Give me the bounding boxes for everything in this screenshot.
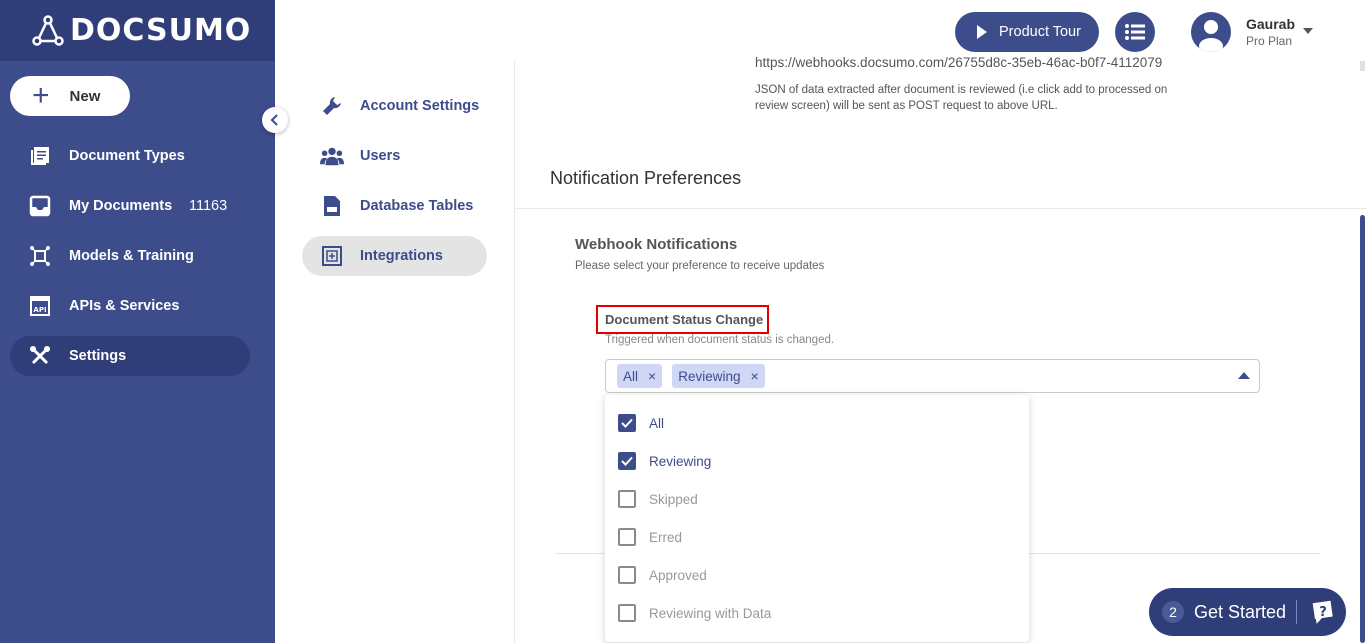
integrations-icon [320, 244, 344, 268]
wrench-icon [320, 94, 344, 118]
new-button-label: New [69, 87, 101, 105]
user-plan: Pro Plan [1246, 34, 1293, 48]
product-tour-label: Product Tour [999, 24, 1081, 40]
scrollbar-track [1360, 61, 1365, 71]
checkbox-checked[interactable] [618, 414, 636, 432]
chip-all: All × [617, 364, 663, 388]
play-icon [977, 25, 987, 39]
avatar[interactable] [1191, 12, 1231, 52]
option-approved[interactable]: Approved [618, 565, 707, 585]
option-reviewing[interactable]: Reviewing [618, 451, 711, 471]
sidebar-item-label: Settings [69, 348, 127, 364]
close-icon[interactable]: × [648, 368, 656, 384]
webhook-url[interactable]: https://webhooks.docsumo.com/26755d8c-35… [755, 55, 1175, 71]
ai-model-icon [28, 244, 52, 268]
svg-text:API: API [33, 306, 46, 314]
sidebar-item-document-types[interactable]: Document Types [10, 136, 250, 176]
settings-menu-item-database-tables[interactable]: Database Tables [302, 186, 487, 226]
scrollbar-thumb[interactable] [1360, 215, 1365, 643]
option-skipped[interactable]: Skipped [618, 489, 698, 509]
settings-menu-item-account[interactable]: Account Settings [302, 86, 487, 126]
product-tour-button[interactable]: Product Tour [955, 12, 1099, 52]
checkmark-icon [621, 418, 633, 428]
collapse-sidebar-button[interactable] [262, 107, 288, 133]
get-started-button[interactable]: 2 Get Started ? [1149, 588, 1346, 636]
option-label: All [649, 415, 665, 431]
user-name[interactable]: Gaurab [1246, 16, 1295, 32]
option-label: Reviewing with Data [649, 605, 772, 621]
csv-file-icon [320, 194, 344, 218]
notification-preferences-title: Notification Preferences [550, 168, 742, 188]
chip-reviewing: Reviewing × [672, 364, 765, 388]
settings-menu-label: Database Tables [360, 198, 474, 214]
option-label: Approved [649, 567, 707, 583]
option-all[interactable]: All [618, 413, 664, 433]
api-icon: API [28, 294, 52, 318]
get-started-count: 2 [1162, 601, 1184, 623]
status-multi-select[interactable]: All × Reviewing × [605, 359, 1260, 393]
new-button[interactable]: + New [10, 76, 130, 116]
settings-menu-label: Account Settings [360, 98, 480, 114]
chip-label: All [623, 368, 639, 384]
plus-icon: + [32, 79, 50, 112]
sidebar-item-my-documents[interactable]: My Documents 11163 [10, 186, 250, 226]
sidebar-item-settings[interactable]: Settings [10, 336, 250, 376]
settings-menu-item-integrations[interactable]: Integrations [302, 236, 487, 276]
document-status-change-label: Document Status Change [596, 305, 769, 334]
sidebar-item-label: My Documents [69, 198, 173, 214]
users-icon [320, 144, 344, 168]
caret-up-icon[interactable] [1238, 372, 1250, 379]
checkbox-unchecked[interactable] [618, 528, 636, 546]
get-started-label: Get Started [1194, 601, 1287, 622]
checkbox-unchecked[interactable] [618, 490, 636, 508]
checkmark-icon [621, 456, 633, 466]
document-types-icon [28, 144, 52, 168]
document-status-change-subtitle: Triggered when document status is change… [605, 334, 835, 346]
settings-menu: Account Settings Users Database Tables I… [275, 61, 515, 643]
option-label: Skipped [649, 491, 698, 507]
sidebar-item-label: Models & Training [69, 248, 194, 264]
inbox-icon [28, 194, 52, 218]
settings-menu-label: Users [360, 148, 401, 164]
sidebar-item-label: APIs & Services [69, 298, 180, 314]
logo[interactable]: DOCSUMO [0, 0, 275, 61]
docsumo-logo-icon [32, 14, 64, 46]
chevron-left-icon [270, 114, 278, 126]
sidebar-item-label: Document Types [69, 148, 185, 164]
settings-menu-item-users[interactable]: Users [302, 136, 487, 176]
checkbox-unchecked[interactable] [618, 604, 636, 622]
user-icon [1199, 20, 1223, 52]
brand-name: DOCSUMO [70, 13, 252, 48]
option-label: Reviewing [649, 453, 712, 469]
webhook-notifications-title: Webhook Notifications [575, 236, 738, 253]
webhook-notifications-subtitle: Please select your preference to receive… [575, 260, 825, 272]
chip-label: Reviewing [678, 368, 741, 384]
close-icon[interactable]: × [750, 368, 758, 384]
wrench-screwdriver-icon [28, 344, 52, 368]
checkbox-unchecked[interactable] [618, 566, 636, 584]
svg-text:?: ? [1319, 605, 1327, 620]
sidebar-item-models-training[interactable]: Models & Training [10, 236, 250, 276]
checkbox-checked[interactable] [618, 452, 636, 470]
tasks-list-button[interactable] [1115, 12, 1155, 52]
settings-menu-label: Integrations [360, 248, 443, 264]
status-options-dropdown: All Reviewing Skipped Erred Approved Rev… [605, 395, 1029, 642]
clipped-text-fragment [598, 115, 1008, 121]
help-chat-icon[interactable]: ? [1309, 599, 1335, 625]
list-icon [1125, 24, 1145, 40]
sidebar: DOCSUMO + New Document Types My Document… [0, 0, 275, 643]
section-divider [515, 208, 1366, 209]
webhook-description: JSON of data extracted after document is… [755, 84, 1168, 112]
documents-count: 11163 [189, 198, 228, 214]
option-label: Erred [649, 529, 683, 545]
caret-down-icon[interactable] [1303, 28, 1313, 34]
sidebar-item-apis-services[interactable]: API APIs & Services [10, 286, 250, 326]
option-reviewing-with-data[interactable]: Reviewing with Data [618, 603, 771, 623]
option-erred[interactable]: Erred [618, 527, 682, 547]
divider [1296, 600, 1297, 624]
